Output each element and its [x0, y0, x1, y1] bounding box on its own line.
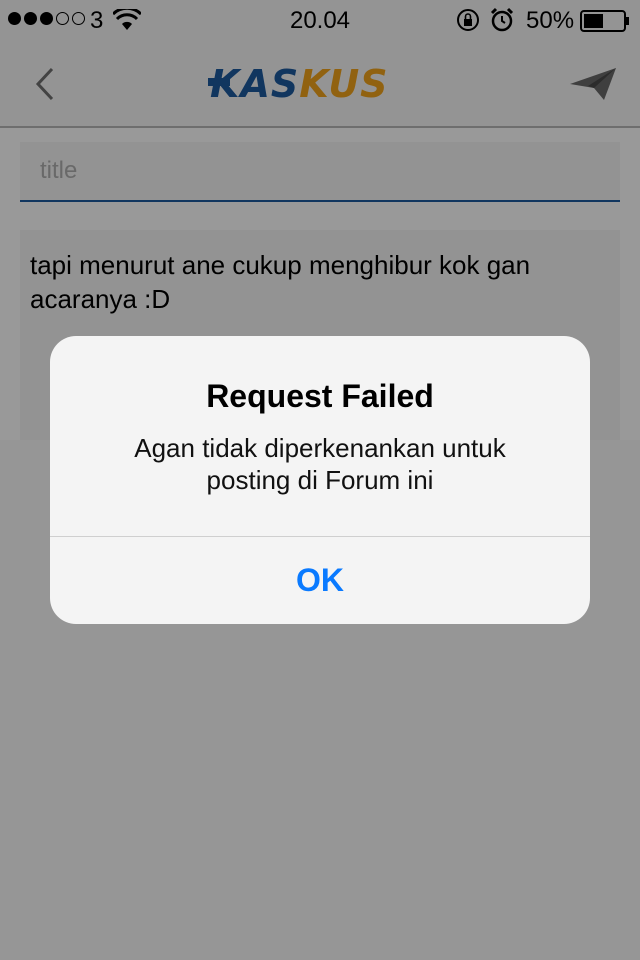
alert-title: Request Failed — [206, 378, 434, 414]
alert-message: Agan tidak diperkenankan untuk posting d… — [134, 433, 506, 495]
alert-dialog: Request Failed Agan tidak diperkenankan … — [50, 336, 590, 624]
ok-button[interactable]: OK — [50, 537, 590, 624]
